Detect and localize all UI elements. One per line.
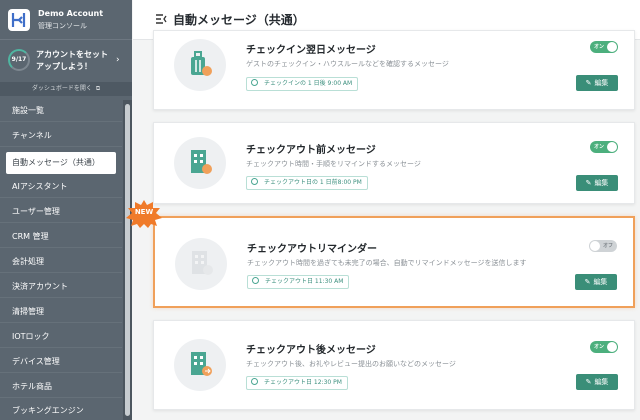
building-clock-icon (175, 238, 227, 290)
menu-collapse-icon[interactable] (155, 13, 167, 25)
edit-label: 編集 (594, 378, 609, 386)
external-link-icon: ⧉ (95, 85, 101, 92)
open-dashboard-link[interactable]: ダッシュボードを開く ⧉ (0, 82, 132, 96)
message-card-post-checkout: チェックアウト後メッセージ チェックアウト後、お礼やレビュー提出のお願いなどのメ… (153, 320, 635, 410)
schedule-badge: チェックインの 1 日後 9:00 AM (246, 77, 359, 91)
building-exit-icon (174, 339, 226, 391)
edit-button[interactable]: ✎ 編集 (575, 274, 617, 290)
schedule-text: チェックインの 1 日後 9:00 AM (264, 80, 353, 87)
sidebar-item-cleaning[interactable]: 清掃管理 (0, 301, 122, 323)
sidebar-item-accounting[interactable]: 会計処理 (0, 251, 122, 273)
clock-icon (251, 378, 258, 385)
enable-toggle[interactable]: オン (590, 41, 618, 53)
pencil-icon: ✎ (585, 378, 592, 386)
sidebar: Demo Account 管理コンソール 9/17 アカウントをセットアップしよ… (0, 0, 132, 420)
enable-toggle[interactable]: オン (590, 141, 618, 153)
card-description: ゲストのチェックイン・ハウスルールなどを確認するメッセージ (246, 60, 449, 68)
page-title: 自動メッセージ（共通） (173, 13, 305, 27)
edit-button[interactable]: ✎ 編集 (576, 75, 618, 91)
schedule-badge: チェックアウト日 11:30 AM (247, 275, 350, 289)
edit-label: 編集 (594, 179, 609, 187)
logo-icon (8, 9, 30, 31)
schedule-badge: チェックアウト日 12:30 PM (246, 376, 348, 390)
edit-label: 編集 (593, 278, 608, 286)
card-title: チェックイン翌日メッセージ (246, 45, 376, 56)
card-description: チェックアウト時間を過ぎても未完了の場合、自動でリマインドメッセージを送信します (247, 259, 527, 267)
new-badge-text: NEW (134, 208, 154, 216)
message-card-checkout-reminder: チェックアウトリマインダー チェックアウト時間を過ぎても未完了の場合、自動でリマ… (153, 216, 635, 308)
schedule-text: チェックアウト日の 1 日前8:00 PM (264, 179, 362, 186)
message-card-checkin-next-day: チェックイン翌日メッセージ ゲストのチェックイン・ハウスルールなどを確認するメッ… (153, 30, 635, 110)
edit-label: 編集 (594, 79, 609, 87)
toggle-label: オン (594, 44, 605, 50)
setup-progress-card[interactable]: 9/17 アカウントをセットアップしよう！ › (0, 41, 132, 81)
brand-header[interactable]: Demo Account 管理コンソール (0, 0, 132, 40)
card-title: チェックアウト前メッセージ (246, 145, 376, 156)
sidebar-item-booking-engine[interactable]: ブッキングエンジン (0, 400, 122, 420)
sidebar-item-payment-accounts[interactable]: 決済アカウント (0, 276, 122, 298)
main-content: 自動メッセージ（共通） チェックイン翌日メッセージ ゲストのチェックイン・ハウス… (133, 0, 640, 420)
clock-icon (251, 79, 258, 86)
sidebar-item-ai-assistant[interactable]: AIアシスタント (0, 176, 122, 198)
clock-icon (251, 178, 258, 185)
toggle-knob (607, 142, 617, 152)
new-badge: NEW (126, 200, 162, 228)
sidebar-item-hotel-products[interactable]: ホテル商品 (0, 376, 122, 398)
account-subtitle: 管理コンソール (38, 22, 87, 30)
edit-button[interactable]: ✎ 編集 (576, 175, 618, 191)
progress-count: 9/17 (11, 56, 27, 63)
setup-prompt: アカウントをセットアップしよう！ (36, 50, 108, 71)
card-title: チェックアウトリマインダー (247, 244, 377, 255)
toggle-label: オン (594, 344, 605, 350)
sidebar-item-facilities[interactable]: 施設一覧 (0, 100, 122, 122)
card-description: チェックアウト時間・手順をリマインドするメッセージ (246, 160, 421, 168)
open-dashboard-label: ダッシュボードを開く (31, 85, 92, 92)
pencil-icon: ✎ (585, 179, 592, 187)
luggage-calendar-icon (174, 39, 226, 91)
toggle-label: オン (594, 144, 605, 150)
sidebar-item-iot-lock[interactable]: IOTロック (0, 326, 122, 348)
chevron-right-icon: › (116, 55, 120, 65)
toggle-knob (607, 42, 617, 52)
schedule-text: チェックアウト日 11:30 AM (265, 278, 344, 285)
progress-ring: 9/17 (8, 49, 30, 71)
toggle-knob (607, 342, 617, 352)
message-card-pre-checkout: チェックアウト前メッセージ チェックアウト時間・手順をリマインドするメッセージ … (153, 122, 635, 204)
enable-toggle[interactable]: オン (590, 341, 618, 353)
enable-toggle[interactable]: オフ (589, 240, 617, 252)
pencil-icon: ✎ (585, 79, 592, 87)
sidebar-item-users[interactable]: ユーザー管理 (0, 201, 122, 223)
sidebar-item-channels[interactable]: チャンネル (0, 125, 122, 147)
edit-button[interactable]: ✎ 編集 (576, 374, 618, 390)
schedule-badge: チェックアウト日の 1 日前8:00 PM (246, 176, 368, 190)
toggle-label: オフ (602, 243, 613, 249)
sidebar-item-devices[interactable]: デバイス管理 (0, 351, 122, 373)
building-clock-icon (174, 137, 226, 189)
account-name: Demo Account (38, 9, 104, 18)
card-description: チェックアウト後、お礼やレビュー提出のお願いなどのメッセージ (246, 360, 456, 368)
clock-icon (252, 277, 259, 284)
card-title: チェックアウト後メッセージ (246, 345, 376, 356)
schedule-text: チェックアウト日 12:30 PM (264, 379, 342, 386)
pencil-icon: ✎ (584, 278, 591, 286)
sidebar-item-auto-messages[interactable]: 自動メッセージ（共通） (6, 152, 116, 174)
sidebar-item-crm[interactable]: CRM 管理 (0, 226, 122, 248)
sidebar-scrollbar-thumb[interactable] (125, 104, 130, 416)
toggle-knob (590, 241, 600, 251)
